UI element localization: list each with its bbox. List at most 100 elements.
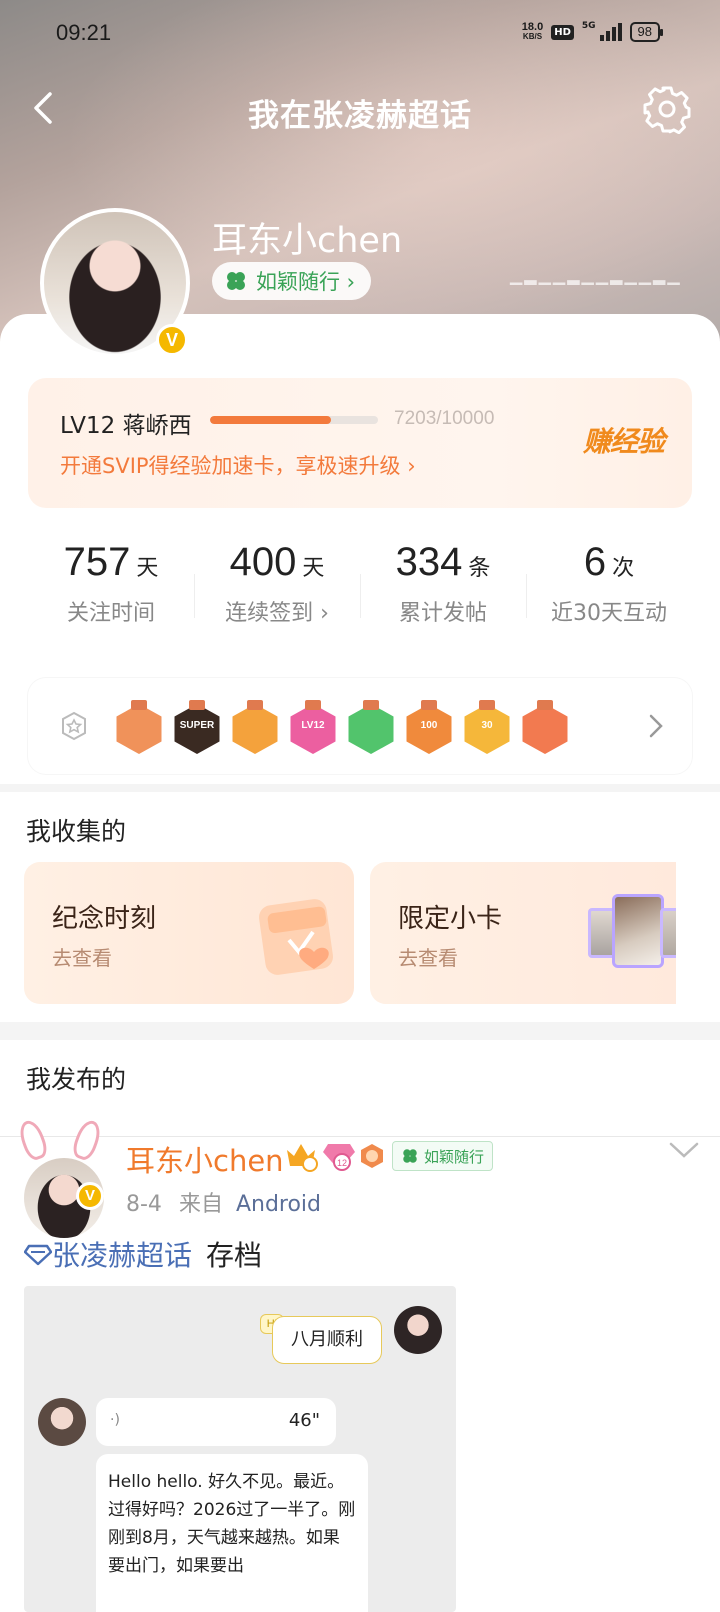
memorial-moments-card[interactable]: 纪念时刻 去查看 — [24, 862, 354, 1004]
lv12-badge: LV12 — [288, 700, 338, 754]
text-message: Hello hello. 好久不见。最近。过得好吗？2026过了一半了。刚刚到8… — [96, 1454, 368, 1612]
badge-label: LV12 — [301, 720, 325, 731]
post-group-tag-label: 如颖随行 — [424, 1147, 485, 1166]
posts-title: 我发布的 — [26, 1065, 127, 1094]
badge-shape — [522, 704, 568, 754]
crown-level-icon — [287, 1144, 318, 1172]
topic-link[interactable]: 张凌赫超话 — [52, 1234, 192, 1274]
network-speed-unit: KB/S — [522, 32, 543, 41]
collect-section: 我收集的 纪念时刻 去查看 限定小卡 去查看 — [0, 792, 720, 1022]
hand-badge — [346, 700, 396, 754]
rabbit-badge — [114, 700, 164, 754]
badge-ribbon — [189, 700, 205, 710]
monkey-badge-icon — [361, 1144, 383, 1168]
level-progress-bar — [210, 416, 378, 424]
chat-bubble: 八月顺利 — [272, 1316, 382, 1364]
voice-duration: 46" — [288, 1410, 320, 1431]
diamond-lv12-icon: 12 — [323, 1144, 355, 1171]
badge-shape — [232, 704, 278, 754]
status-bar: 09:21 18.0 KB/S HD 5G 98 — [56, 18, 664, 48]
post-image[interactable]: Hi 八月顺利 ·) 46" Hello hello. 好久不见。最近。过得好吗… — [24, 1286, 456, 1612]
badge-ribbon — [131, 700, 147, 710]
card-action: 去查看 — [398, 946, 458, 970]
badge-label: 30 — [481, 720, 493, 731]
svip-promo-link[interactable]: 开通SVIP得经验加速卡，享极速升级 › — [60, 450, 416, 480]
photo-card-image — [612, 894, 664, 968]
level-progress-text: 7203/10000 — [394, 408, 495, 429]
limited-cards-card[interactable]: 限定小卡 去查看 — [370, 862, 676, 1004]
collect-title: 我收集的 — [26, 817, 127, 846]
status-time: 09:21 — [56, 20, 112, 45]
crown-badge — [230, 700, 280, 754]
stat-checkin-days[interactable]: 400 天 连续签到 › — [194, 540, 360, 650]
stat-value: 400 — [229, 540, 297, 584]
settings-gear-icon[interactable] — [642, 84, 692, 134]
badge-strip[interactable]: SUPER LV12 100 30 — [28, 678, 692, 774]
stat-interactions: 6次 近30天互动 — [526, 540, 692, 650]
card-action: 去查看 — [52, 946, 112, 970]
topic-diamond-icon — [24, 1244, 52, 1266]
page-title: 我在张凌赫超话 — [248, 98, 472, 134]
badge-shape — [116, 704, 162, 754]
clover-icon — [403, 1149, 417, 1163]
post-date: 8-4 — [126, 1192, 162, 1217]
stat-value: 334 — [395, 540, 463, 584]
divider — [0, 1136, 720, 1137]
badge-ribbon — [363, 700, 379, 710]
group-tag-label: 如颖随行 › — [256, 270, 356, 294]
post-meta: 8-4 来自 Android — [126, 1186, 321, 1218]
bunny-ear-decoration — [69, 1117, 105, 1163]
network-speed: 18.0 KB/S — [522, 22, 543, 42]
username: 耳东小chen — [212, 221, 403, 261]
stats-row: 757 天 关注时间 400 天 连续签到 › 334 条 累计发帖 6次 近30天互… — [28, 540, 692, 650]
chat-avatar — [38, 1398, 86, 1446]
stat-value: 6 — [583, 540, 607, 584]
level-progress-fill — [210, 416, 331, 424]
badge-shape — [348, 704, 394, 754]
top-bar: 我在张凌赫超话 — [0, 80, 720, 136]
hd-icon: HD — [551, 24, 574, 40]
post-author-name[interactable]: 耳东小chen — [126, 1138, 284, 1180]
medal-icon — [62, 711, 86, 741]
stat-label: 近30天互动 — [551, 601, 667, 626]
badge-ribbon — [247, 700, 263, 710]
chevron-right-icon[interactable] — [648, 712, 664, 740]
post-text: 存档 — [206, 1239, 263, 1272]
chevron-down-icon[interactable] — [668, 1138, 700, 1162]
blurred-text: ▁▂▁▁▂▁▁▂▁▁▂▁ — [510, 266, 682, 285]
stat-unit: 条 — [468, 556, 491, 581]
group-tag[interactable]: 如颖随行 › — [212, 262, 372, 300]
clover-icon — [227, 272, 245, 290]
verified-badge-icon: V — [156, 324, 188, 356]
stat-label: 连续签到 › — [225, 601, 329, 626]
stat-unit: 天 — [302, 556, 325, 581]
voice-icon: ·) — [110, 1412, 120, 1428]
post-source: Android — [235, 1192, 322, 1217]
level-panel[interactable]: LV12 蒋峤西 7203/10000 开通SVIP得经验加速卡，享极速升级 ›… — [28, 378, 692, 508]
stat-label: 累计发帖 — [398, 601, 487, 626]
stat-posts: 334 条 累计发帖 — [360, 540, 526, 650]
post-source-prefix: 来自 — [178, 1192, 223, 1217]
badge-label: 100 — [420, 720, 438, 731]
verified-badge-icon: V — [76, 1182, 104, 1210]
level-label: LV12 蒋峤西 — [60, 413, 192, 439]
post-group-tag[interactable]: 如颖随行 — [392, 1141, 494, 1171]
heart-hand-badge — [520, 700, 570, 754]
photo-card-image — [660, 908, 676, 958]
badge-ribbon — [479, 700, 495, 710]
30-days-badge: 30 — [462, 700, 512, 754]
bunny-ear-decoration — [15, 1117, 51, 1163]
stat-label: 关注时间 — [66, 601, 155, 626]
battery-icon: 98 — [629, 22, 664, 42]
super-badge: SUPER — [172, 700, 222, 754]
stat-unit: 天 — [136, 556, 159, 581]
100-days-badge: 100 — [404, 700, 454, 754]
chat-avatar — [394, 1306, 442, 1354]
badge-ribbon — [421, 700, 437, 710]
card-title: 纪念时刻 — [52, 904, 157, 934]
network-type: 5G — [581, 21, 596, 31]
earn-exp-button[interactable]: 赚经验 — [583, 420, 665, 460]
stat-unit: 次 — [612, 556, 635, 581]
badge-ribbon — [537, 700, 553, 710]
svg-text:12: 12 — [337, 1158, 347, 1168]
